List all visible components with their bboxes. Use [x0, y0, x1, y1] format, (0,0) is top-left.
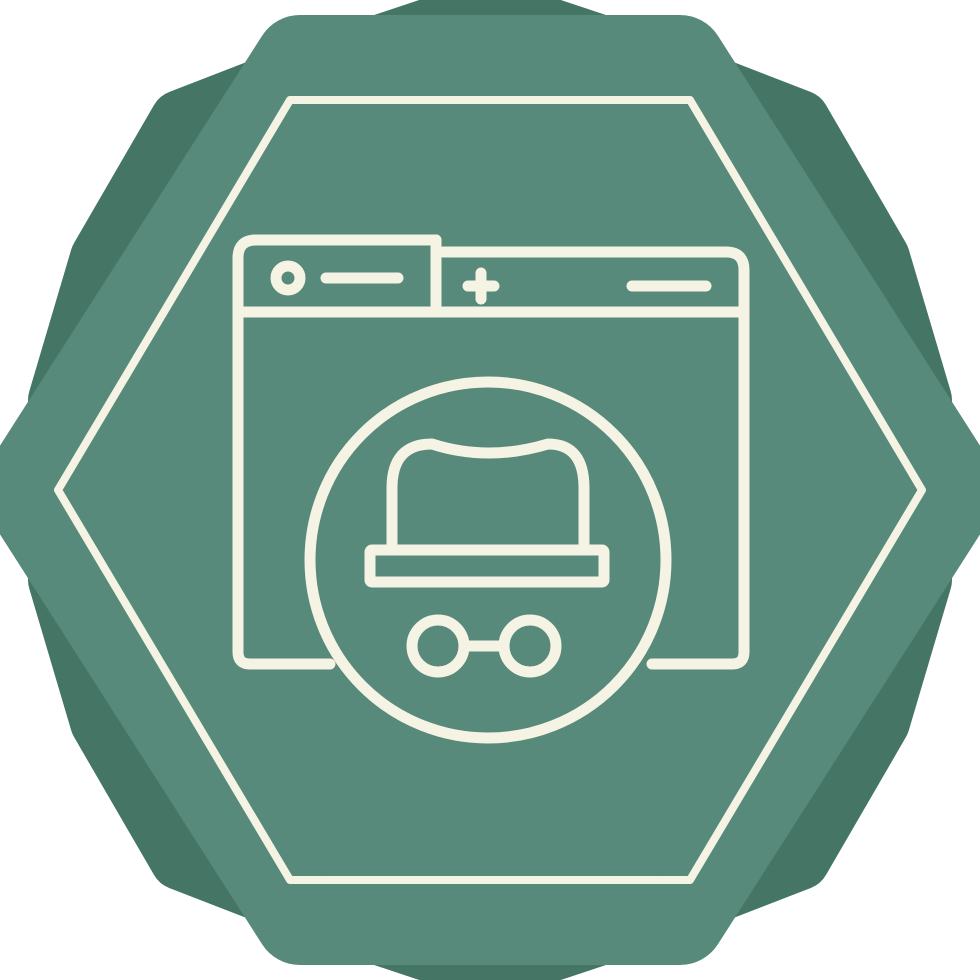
icon-canvas — [0, 0, 980, 980]
badge-front-layer — [0, 15, 980, 965]
incognito-browser-icon — [0, 0, 980, 980]
